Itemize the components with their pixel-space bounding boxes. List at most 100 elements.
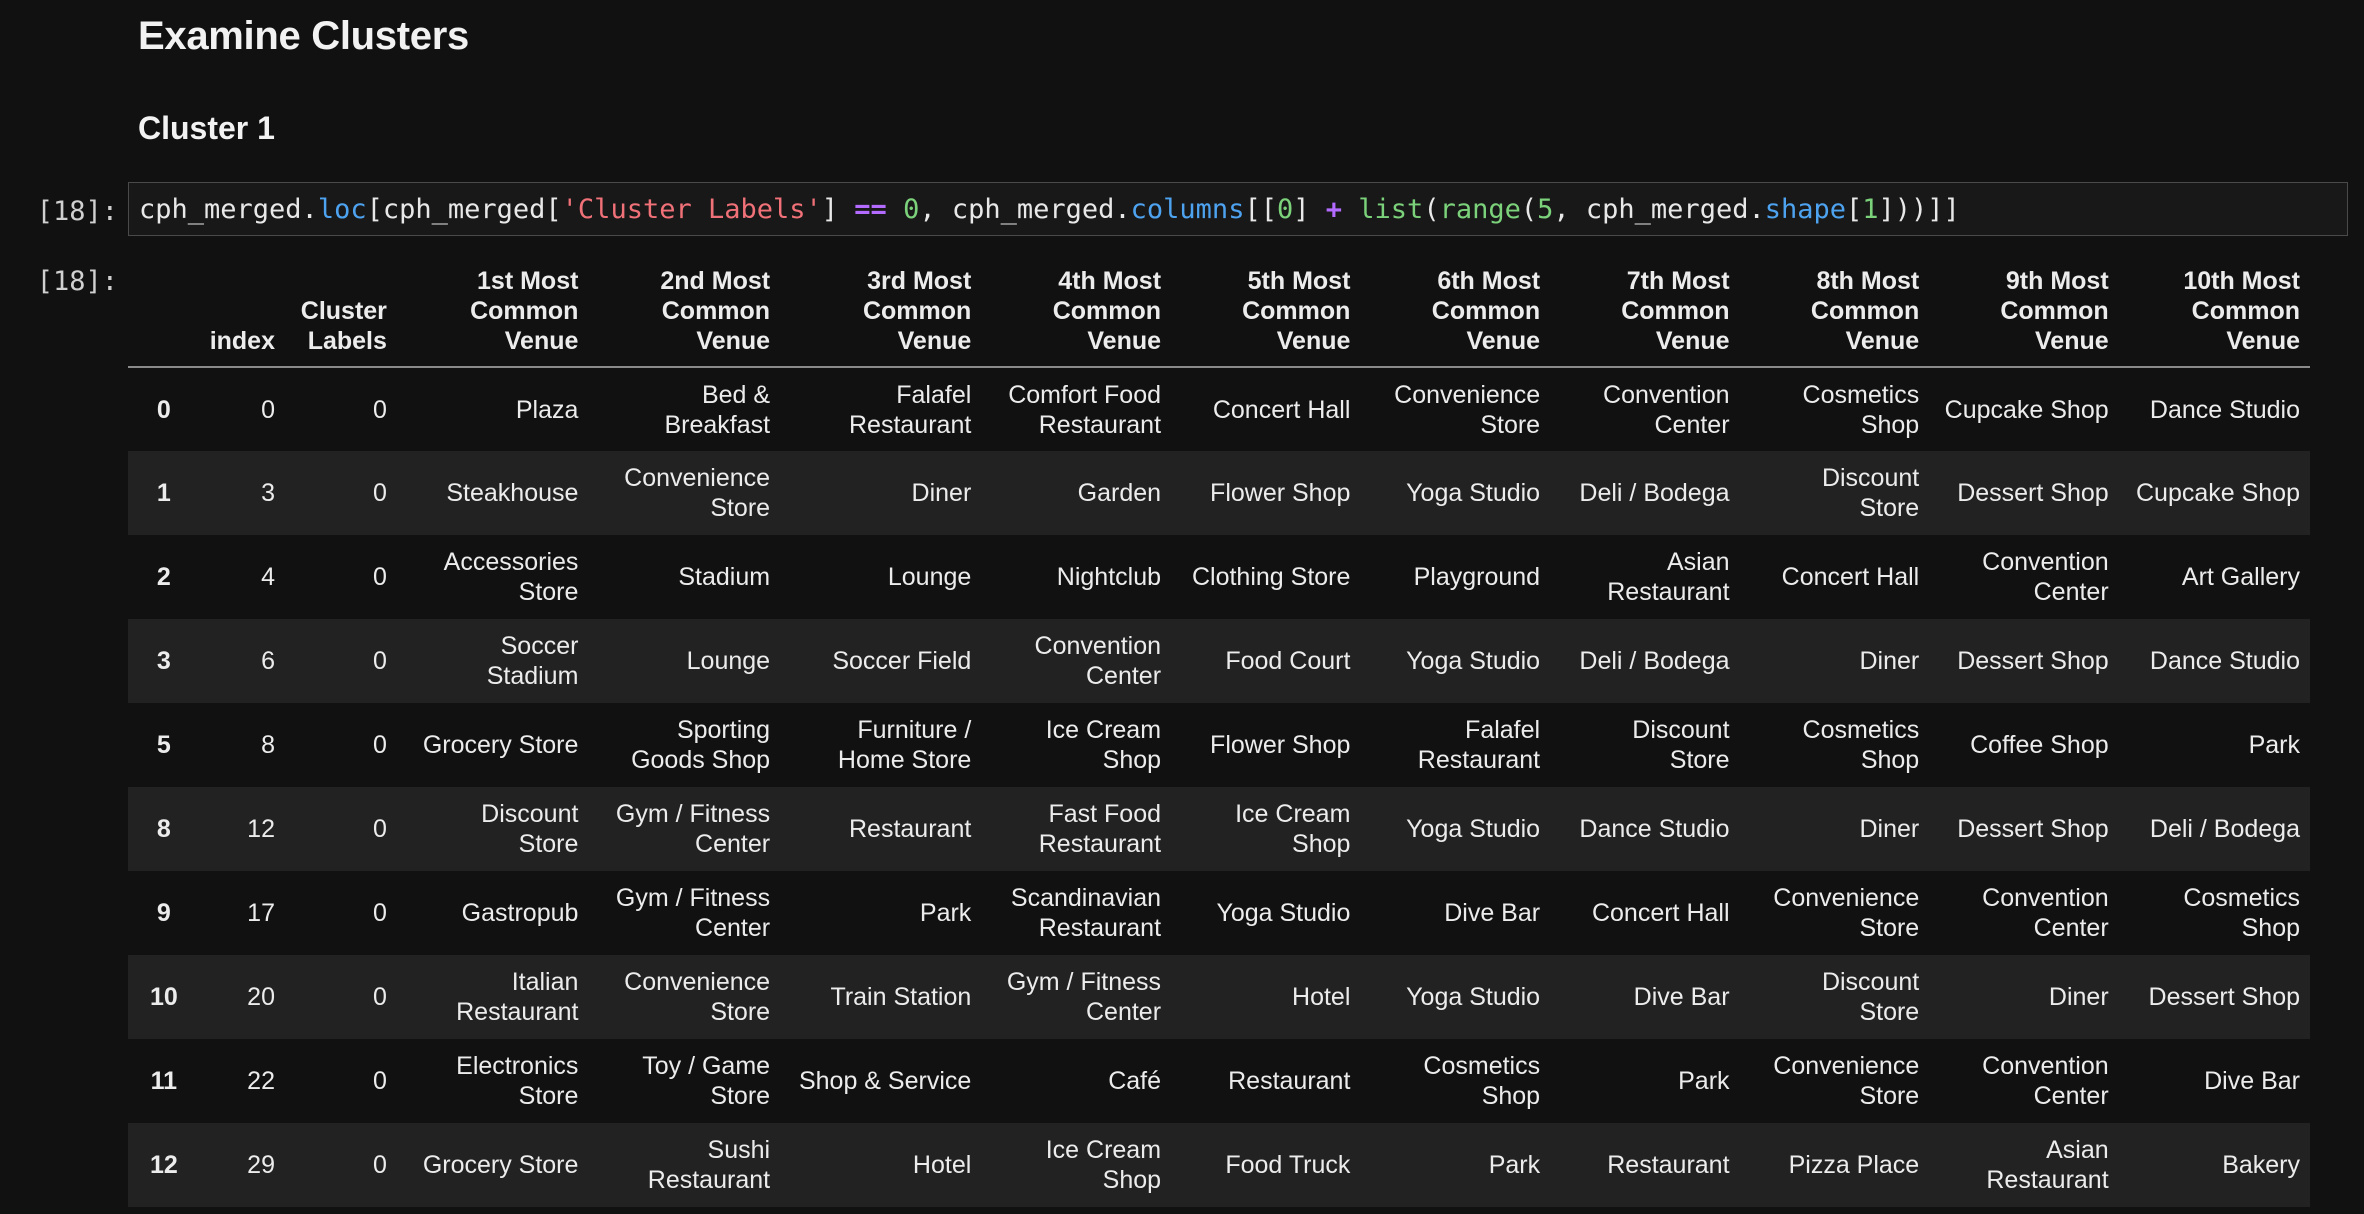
code-token: , cph_merged. xyxy=(919,193,1131,225)
row-index: 3 xyxy=(156,647,171,675)
table-cell: 3 xyxy=(261,479,275,507)
table-cell: Diner xyxy=(1859,815,1920,843)
table-cell: Falafel Restaurant xyxy=(1417,716,1541,774)
row-index: 0 xyxy=(156,395,171,424)
column-header: 4th Most Common Venue xyxy=(981,262,1172,368)
table-cell: Furniture / Home Store xyxy=(837,716,972,774)
table-cell: Convenience Store xyxy=(1394,380,1541,439)
code-token: 0 xyxy=(903,193,920,225)
table-cell: 0 xyxy=(373,815,387,843)
table-cell: Yoga Studio xyxy=(1406,983,1541,1011)
column-header: 6th Most Common Venue xyxy=(1360,262,1551,368)
table-cell: 20 xyxy=(247,983,275,1011)
dataframe-table: index Cluster Labels 1st Most Common Venue 2nd… xyxy=(128,262,2310,1207)
table-cell: Convention Center xyxy=(1982,1052,2109,1110)
table-cell: Diner xyxy=(911,479,972,507)
code-token: ( xyxy=(1520,193,1538,225)
code-token: [cph_merged[ xyxy=(366,193,562,225)
column-header: Cluster Labels xyxy=(284,262,397,368)
code-token: 1 xyxy=(1862,193,1879,225)
table-cell: Food Truck xyxy=(1225,1151,1351,1179)
row-index: 9 xyxy=(156,899,171,927)
table-cell: 8 xyxy=(261,731,275,759)
table-cell: Sporting Goods Shop xyxy=(631,716,771,774)
table-cell: 0 xyxy=(373,1151,387,1179)
input-prompt: [18]: xyxy=(36,196,118,227)
table-row: 3 6 0 Soccer Stadium Lounge Soccer Field Conven… xyxy=(128,619,2310,703)
table-cell: 0 xyxy=(373,563,387,591)
table-cell: Convention Center xyxy=(1982,884,2109,942)
table-cell: Asian Restaurant xyxy=(1986,1136,2109,1194)
table-cell: Cupcake Shop xyxy=(1944,395,2109,424)
table-cell: Park xyxy=(1488,1151,1541,1179)
table-cell: Electronics Store xyxy=(456,1052,579,1110)
row-index: 5 xyxy=(156,731,171,759)
table-cell: 0 xyxy=(373,899,387,927)
row-index: 12 xyxy=(149,1151,178,1179)
table-cell: Shop & Service xyxy=(798,1067,972,1095)
code-token: range xyxy=(1439,193,1521,225)
code-token: ] xyxy=(1293,193,1326,225)
table-cell: Yoga Studio xyxy=(1406,647,1541,675)
table-cell: Asian Restaurant xyxy=(1607,548,1730,606)
table-row: 2 4 0 Accessories Store Stadium Lounge Nightclu… xyxy=(128,535,2310,619)
table-cell: Grocery Store xyxy=(422,1151,579,1179)
column-header: 2nd Most Common Venue xyxy=(588,262,781,368)
code-token: columns xyxy=(1130,193,1245,225)
table-cell: Convenience Store xyxy=(1773,1052,1920,1110)
table-cell: 6 xyxy=(261,647,275,675)
code-token: shape xyxy=(1764,193,1846,225)
table-cell: Dive Bar xyxy=(1633,983,1730,1011)
code-token: ( xyxy=(1423,193,1440,225)
table-cell: Dessert Shop xyxy=(1957,815,2109,843)
table-cell: Convention Center xyxy=(1603,380,1730,439)
code-cell-editor[interactable]: cph_merged. loc [cph_merged['Cluster Label… xyxy=(128,182,2348,236)
table-cell: Convenience Store xyxy=(624,464,771,522)
table-cell: Gym / Fitness Center xyxy=(615,800,771,858)
table-cell: Yoga Studio xyxy=(1216,899,1351,927)
table-cell: Restaurant xyxy=(1228,1067,1351,1095)
table-cell: Gym / Fitness Center xyxy=(1006,968,1162,1026)
table-cell: Plaza xyxy=(515,395,579,424)
table-cell: Soccer Field xyxy=(832,647,972,675)
table-cell: Lounge xyxy=(887,563,972,591)
table-row: 1 3 0 Steakhouse Convenience Store Diner Garden… xyxy=(128,451,2310,535)
table-cell: Art Gallery xyxy=(2181,563,2300,591)
table-row: 8 12 0 Discount Store Gym / Fitness Center Rest… xyxy=(128,787,2310,871)
table-cell: Diner xyxy=(1859,647,1920,675)
table-cell: 0 xyxy=(373,983,387,1011)
table-cell: Toy / Game Store xyxy=(642,1052,771,1110)
table-cell: Dance Studio xyxy=(1579,815,1730,843)
table-cell: Convention Center xyxy=(1034,632,1162,690)
table-cell: Playground xyxy=(1413,563,1541,591)
code-token: == xyxy=(854,193,887,225)
table-cell: Gym / Fitness Center xyxy=(615,884,771,942)
table-cell: Discount Store xyxy=(1821,968,1920,1026)
table-cell: Park xyxy=(919,899,972,927)
table-cell: Dive Bar xyxy=(2204,1067,2300,1095)
table-cell: 0 xyxy=(261,395,275,424)
table-cell: Dive Bar xyxy=(1444,899,1541,927)
table-row: 10 20 0 Italian Restaurant Convenience Store Tr… xyxy=(128,955,2310,1039)
table-cell: Cosmetics Shop xyxy=(1802,380,1920,439)
table-cell: 17 xyxy=(247,899,275,927)
table-cell: Scandinavian Restaurant xyxy=(1010,884,1162,942)
table-cell: Italian Restaurant xyxy=(456,968,579,1026)
column-header: 5th Most Common Venue xyxy=(1171,262,1361,368)
table-cell: Flower Shop xyxy=(1210,731,1351,759)
table-body: 0 0 0 Plaza Bed & Breakfast Falafel Restaurant C… xyxy=(128,367,2310,1207)
table-cell: Bed & Breakfast xyxy=(664,380,771,439)
cell-output: index Cluster Labels 1st Most Common Venue 2nd… xyxy=(128,262,2312,1207)
table-cell: 29 xyxy=(247,1151,275,1179)
table-cell: Gastropub xyxy=(461,899,579,927)
table-cell: 22 xyxy=(247,1067,275,1095)
table-cell: Yoga Studio xyxy=(1406,479,1541,507)
table-cell: 0 xyxy=(373,647,387,675)
table-cell: Restaurant xyxy=(849,815,972,843)
table-cell: Dance Studio xyxy=(2149,647,2300,675)
table-cell: 0 xyxy=(373,731,387,759)
table-cell: Clothing Store xyxy=(1191,563,1351,591)
table-cell: Ice Cream Shop xyxy=(1045,1136,1162,1194)
